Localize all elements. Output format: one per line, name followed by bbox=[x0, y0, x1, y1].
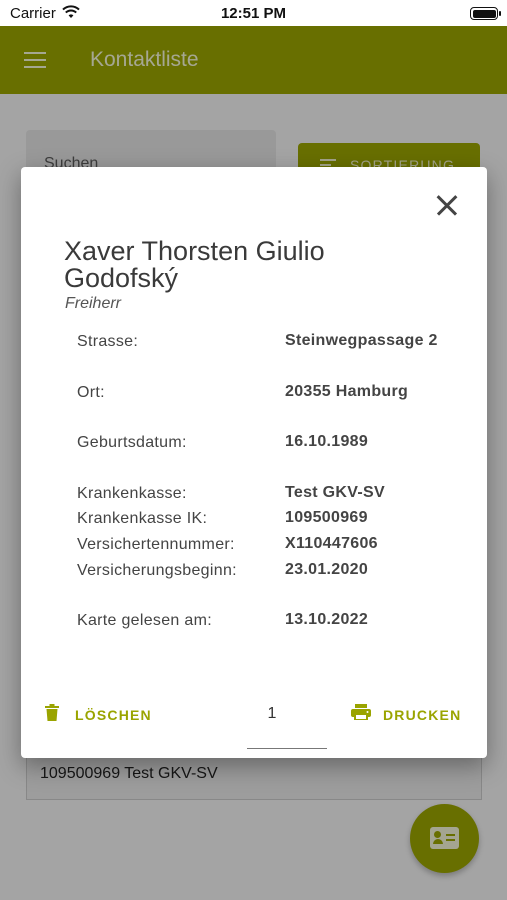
clock: 12:51 PM bbox=[220, 5, 287, 22]
close-icon[interactable] bbox=[434, 192, 460, 218]
insurance-start-value: 23.01.2020 bbox=[285, 561, 369, 578]
city-label: Ort: bbox=[77, 384, 105, 401]
street-label: Strasse: bbox=[77, 333, 139, 350]
battery-icon bbox=[470, 7, 501, 20]
card-read-label: Karte gelesen am: bbox=[77, 612, 212, 629]
insured-number-label: Versichertennummer: bbox=[77, 536, 235, 553]
insurance-start-label: Versicherungsbeginn: bbox=[77, 562, 237, 579]
contact-title: Freiherr bbox=[65, 295, 122, 312]
insurer-label: Krankenkasse: bbox=[77, 485, 187, 502]
birthdate-value: 16.10.1989 bbox=[285, 433, 369, 450]
insurer-ik-label: Krankenkasse IK: bbox=[77, 510, 208, 527]
print-button-label: DRUCKEN bbox=[383, 707, 462, 723]
copies-field[interactable]: 1 bbox=[247, 705, 327, 749]
insurer-ik-value: 109500969 bbox=[285, 509, 368, 526]
delete-button-label: LÖSCHEN bbox=[75, 707, 152, 723]
insured-number-value: X110447606 bbox=[285, 535, 378, 552]
birthdate-label: Geburtsdatum: bbox=[77, 434, 187, 451]
trash-icon bbox=[45, 704, 59, 721]
contact-detail-dialog: Xaver Thorsten Giulio Godofský Freiherr … bbox=[21, 167, 487, 758]
street-value: Steinwegpassage 2 bbox=[285, 332, 438, 349]
copies-value: 1 bbox=[267, 705, 277, 722]
card-read-value: 13.10.2022 bbox=[285, 611, 369, 628]
insurer-value: Test GKV-SV bbox=[285, 484, 385, 501]
printer-icon bbox=[351, 704, 371, 720]
contact-name: Xaver Thorsten Giulio Godofský bbox=[64, 236, 325, 293]
city-value: 20355 Hamburg bbox=[285, 383, 409, 400]
status-bar: Carrier 12:51 PM bbox=[0, 0, 507, 26]
